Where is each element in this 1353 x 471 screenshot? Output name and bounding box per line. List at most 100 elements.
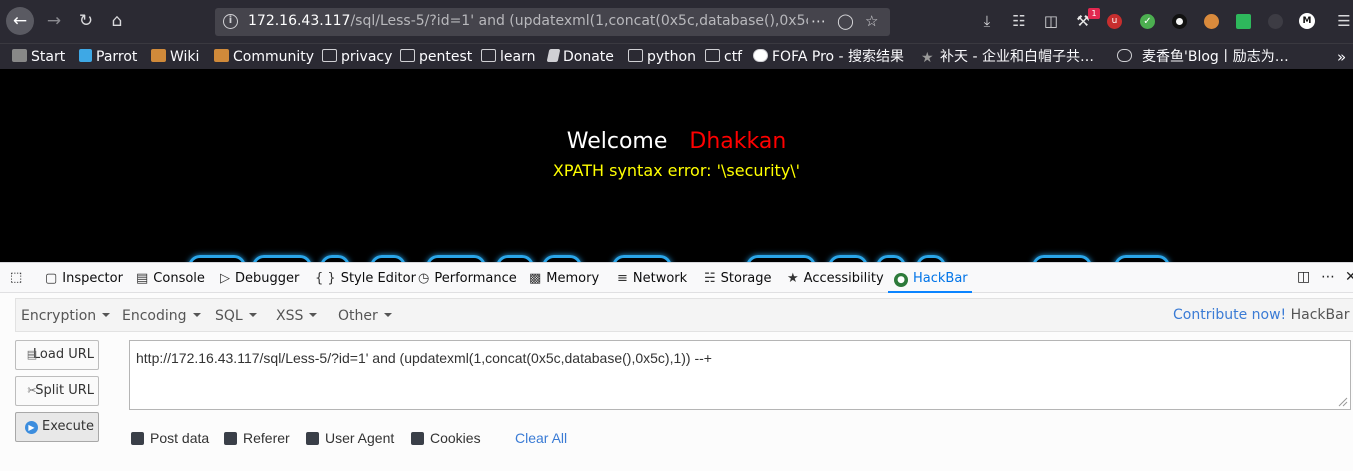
back-button[interactable]: ← bbox=[6, 7, 34, 35]
bookmark-fofa[interactable]: FOFA Pro - 搜索结果 bbox=[753, 48, 904, 66]
hackbar-icon: ● bbox=[894, 273, 908, 287]
ublock-icon[interactable]: u bbox=[1107, 14, 1122, 29]
console-icon: ▤ bbox=[136, 271, 149, 286]
url-textarea[interactable]: http://172.16.43.117/sql/Less-5/?id=1' a… bbox=[129, 340, 1351, 410]
load-url-label: Load URL bbox=[32, 347, 94, 362]
memory-icon: ▩ bbox=[529, 271, 542, 286]
chevron-down-icon bbox=[248, 313, 257, 317]
load-url-button[interactable]: ▤ Load URL bbox=[15, 340, 99, 370]
tab-storage[interactable]: ☵ Storage bbox=[704, 271, 772, 286]
bookmark-wiki[interactable]: Wiki bbox=[151, 48, 199, 66]
star-icon[interactable]: ☆ bbox=[865, 12, 878, 30]
save-extension-icon[interactable] bbox=[1236, 14, 1251, 29]
post-data-checkbox[interactable] bbox=[131, 432, 144, 445]
bookmark-parrot[interactable]: Parrot bbox=[79, 48, 137, 66]
bookmark-butian[interactable]: ★ 补天 - 企业和白帽子共… bbox=[921, 48, 1094, 66]
play-icon: ▶ bbox=[25, 421, 38, 434]
site-info-icon[interactable]: i bbox=[223, 14, 238, 29]
tab-inspector[interactable]: ▢ Inspector bbox=[45, 271, 123, 286]
folder-icon bbox=[400, 49, 415, 62]
contribute-area: Contribute now! HackBar v2 bbox=[1173, 307, 1353, 323]
option-cookies[interactable]: Cookies bbox=[411, 430, 481, 446]
storage-icon: ☵ bbox=[704, 271, 716, 286]
tab-accessibility[interactable]: ★ Accessibility bbox=[787, 271, 884, 286]
user-agent-checkbox[interactable] bbox=[306, 432, 319, 445]
library-icon[interactable]: ☷ bbox=[1010, 12, 1028, 30]
tab-label: Debugger bbox=[235, 271, 300, 286]
tab-label: Network bbox=[632, 271, 688, 286]
bookmark-folder-python[interactable]: python bbox=[628, 48, 696, 66]
downloads-icon[interactable]: ⤓ bbox=[978, 12, 996, 30]
extension-gray-icon[interactable] bbox=[1268, 14, 1283, 29]
scissors-icon: ✂ bbox=[27, 384, 37, 397]
bookmark-label: Donate bbox=[563, 49, 614, 65]
bookmark-folder-ctf[interactable]: ctf bbox=[705, 48, 742, 66]
cookies-checkbox[interactable] bbox=[411, 432, 424, 445]
element-picker-icon[interactable]: ⬚ bbox=[10, 270, 22, 285]
tab-hackbar[interactable]: ● HackBar bbox=[894, 271, 968, 287]
tab-label: Accessibility bbox=[803, 271, 884, 286]
split-url-button[interactable]: ✂ Split URL bbox=[15, 376, 99, 406]
bookmark-label: Community bbox=[233, 49, 315, 65]
more-bookmarks-icon[interactable]: » bbox=[1337, 48, 1346, 66]
menu-xss[interactable]: XSS bbox=[276, 308, 318, 324]
ellipsis-icon[interactable]: ⋯ bbox=[811, 12, 826, 30]
contribute-link[interactable]: Contribute now! bbox=[1173, 307, 1286, 323]
option-post-data[interactable]: Post data bbox=[131, 430, 209, 446]
tab-debugger[interactable]: ▷ Debugger bbox=[220, 271, 299, 286]
welcome-text: Welcome bbox=[566, 129, 668, 154]
menu-encoding[interactable]: Encoding bbox=[122, 308, 201, 324]
performance-icon: ◷ bbox=[418, 271, 430, 286]
close-devtools-icon[interactable]: ✕ bbox=[1345, 269, 1353, 285]
hackbar-version: HackBar v2 bbox=[1290, 307, 1353, 323]
clear-all-link[interactable]: Clear All bbox=[515, 430, 567, 446]
bookmark-blog[interactable]: 麦香鱼'Blog丨励志为… bbox=[1117, 48, 1289, 66]
home-button[interactable]: ⌂ bbox=[103, 7, 131, 35]
tab-console[interactable]: ▤ Console bbox=[136, 271, 205, 286]
sidebar-icon[interactable]: ◫ bbox=[1042, 12, 1060, 30]
option-label: Referer bbox=[243, 430, 290, 446]
reload-button[interactable]: ↻ bbox=[72, 7, 100, 35]
forward-button[interactable]: → bbox=[40, 7, 68, 35]
devtools-menu-icon[interactable]: ⋯ bbox=[1321, 269, 1335, 285]
menu-encryption[interactable]: Encryption bbox=[21, 308, 111, 324]
execute-button[interactable]: ▶ Execute bbox=[15, 412, 99, 442]
network-icon: ≡ bbox=[617, 271, 628, 286]
tab-network[interactable]: ≡ Network bbox=[617, 271, 687, 286]
tab-performance[interactable]: ◷ Performance bbox=[418, 271, 517, 286]
bookmark-label: pentest bbox=[419, 49, 473, 65]
bookmark-folder-privacy[interactable]: privacy bbox=[322, 48, 392, 66]
option-user-agent[interactable]: User Agent bbox=[306, 430, 394, 446]
referer-checkbox[interactable] bbox=[224, 432, 237, 445]
bookmark-start[interactable]: Start bbox=[12, 48, 65, 66]
bookmark-donate[interactable]: Donate bbox=[546, 48, 614, 66]
check-extension-icon[interactable]: ✓ bbox=[1140, 14, 1155, 29]
bookmark-folder-learn[interactable]: learn bbox=[481, 48, 535, 66]
dock-layout-icon[interactable]: ◫ bbox=[1297, 269, 1310, 285]
menu-label: SQL bbox=[215, 308, 243, 324]
load-url-icon: ▤ bbox=[26, 348, 38, 361]
bookmark-folder-pentest[interactable]: pentest bbox=[400, 48, 472, 66]
option-referer[interactable]: Referer bbox=[224, 430, 290, 446]
cookie-icon[interactable] bbox=[1204, 14, 1219, 29]
resize-handle-icon[interactable] bbox=[1337, 396, 1348, 407]
bookmark-label: 补天 - 企业和白帽子共… bbox=[940, 49, 1094, 65]
wiki-icon bbox=[151, 49, 166, 62]
address-bar[interactable]: i 172.16.43.117/sql/Less-5/?id=1' and (u… bbox=[215, 8, 890, 36]
tab-style-editor[interactable]: { } Style Editor bbox=[315, 271, 416, 286]
bookmark-community[interactable]: Community bbox=[214, 48, 314, 66]
address-text[interactable]: 172.16.43.117/sql/Less-5/?id=1' and (upd… bbox=[248, 13, 808, 29]
pocket-icon[interactable]: ◯ bbox=[837, 12, 854, 30]
menu-sql[interactable]: SQL bbox=[215, 308, 257, 324]
option-label: User Agent bbox=[325, 430, 395, 446]
bookmark-label: 麦香鱼'Blog丨励志为… bbox=[1142, 49, 1289, 65]
split-url-label: Split URL bbox=[35, 383, 94, 398]
menu-icon[interactable]: ☰ bbox=[1335, 12, 1353, 30]
hackbar-menu: Encryption Encoding SQL XSS Other bbox=[15, 298, 1353, 332]
circle-extension-icon[interactable] bbox=[1172, 14, 1187, 29]
tab-memory[interactable]: ▩ Memory bbox=[529, 271, 599, 286]
menu-other[interactable]: Other bbox=[338, 308, 392, 324]
extension-m-icon[interactable]: M bbox=[1299, 13, 1315, 29]
execute-label: Execute bbox=[42, 419, 94, 434]
option-label: Post data bbox=[150, 430, 210, 446]
